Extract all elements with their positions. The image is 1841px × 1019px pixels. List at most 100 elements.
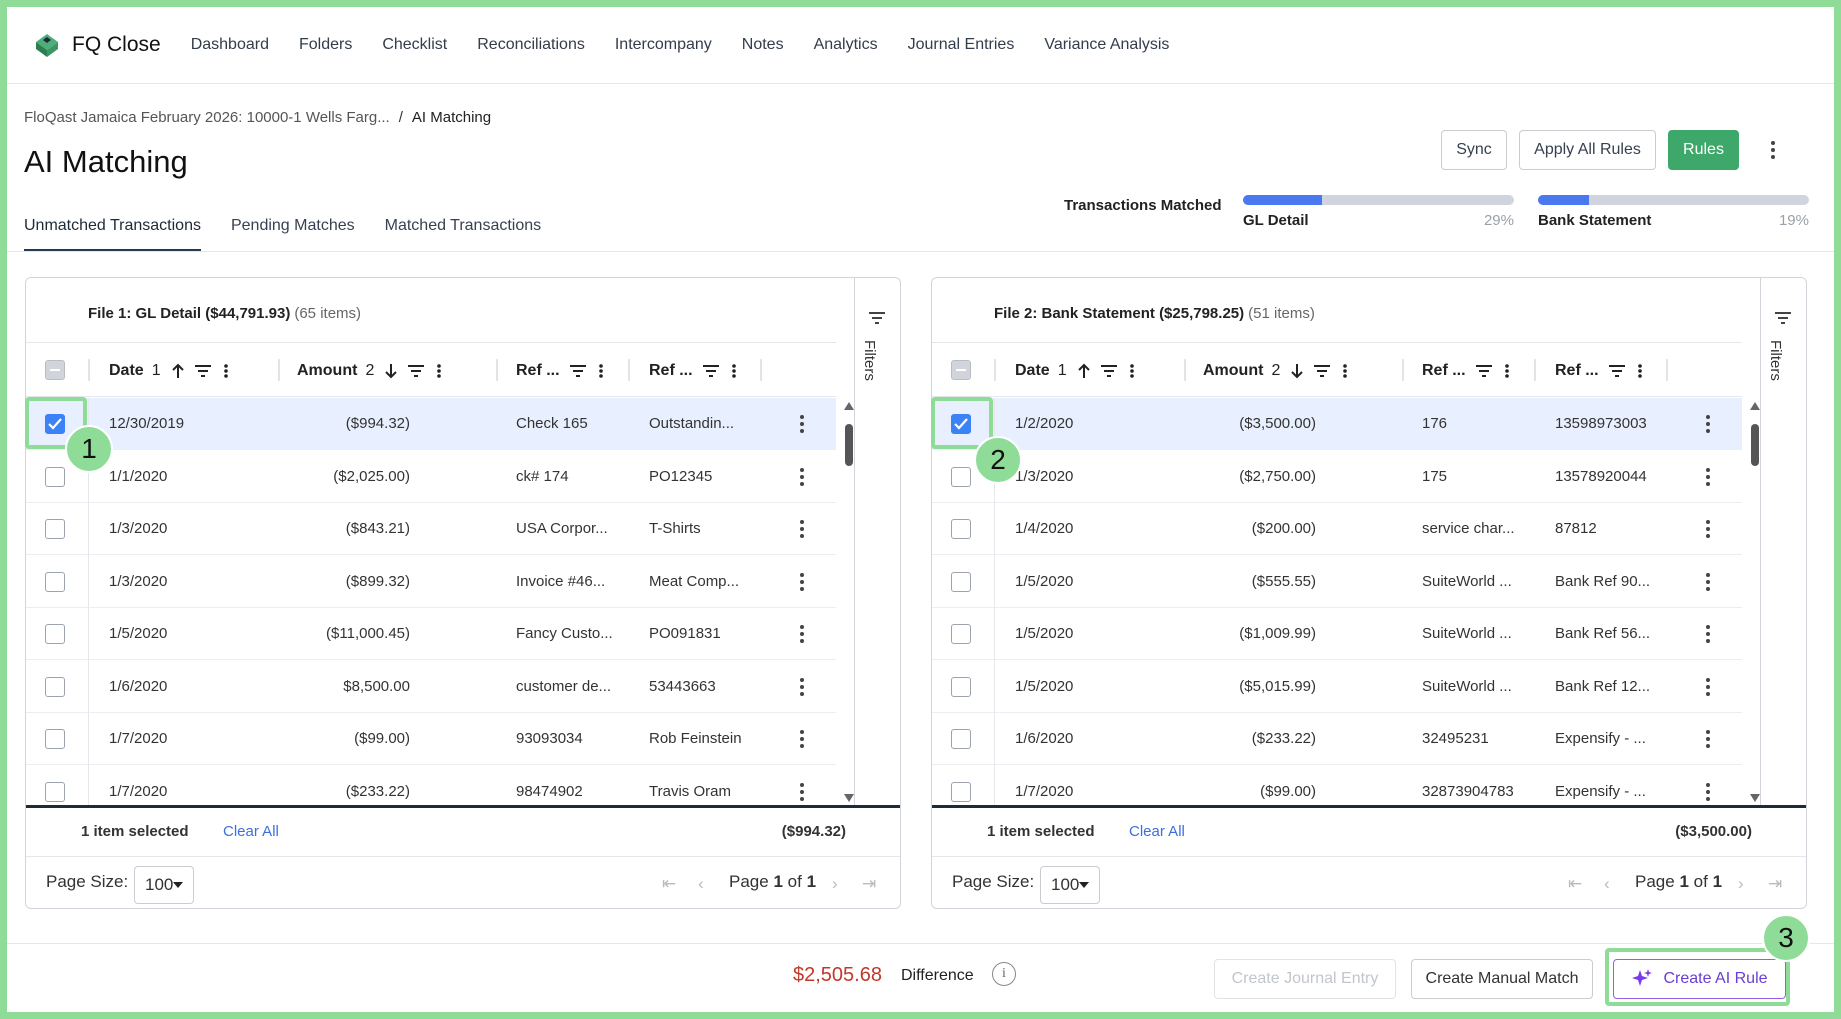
- logo[interactable]: FQ Close: [34, 32, 191, 58]
- table-row[interactable]: 1/1/2020 ($2,025.00) ck# 174 PO12345: [26, 451, 836, 503]
- row-checkbox[interactable]: [951, 729, 971, 749]
- row-checkbox[interactable]: [45, 676, 65, 697]
- table-row[interactable]: 1/3/2020 ($2,750.00) 175 13578920044: [932, 451, 1742, 503]
- row-checkbox[interactable]: [45, 519, 65, 539]
- table-row[interactable]: 1/5/2020 ($1,009.99) SuiteWorld ... Bank Re…: [932, 608, 1742, 660]
- scroll-down-icon[interactable]: [844, 794, 854, 802]
- last-page-icon[interactable]: ⇥: [1768, 874, 1782, 894]
- column-amount-label: Amount: [297, 361, 358, 379]
- nav-analytics[interactable]: Analytics: [814, 36, 878, 54]
- nav-folders[interactable]: Folders: [299, 36, 352, 54]
- table-row[interactable]: 1/7/2020 ($99.00) 32873904783 Expensify - .…: [932, 766, 1742, 806]
- scroll-up-icon[interactable]: [844, 402, 854, 410]
- column-header-ref1[interactable]: Ref ...: [1422, 343, 1512, 398]
- row-checkbox[interactable]: [951, 676, 971, 697]
- row-menu-icon[interactable]: [790, 514, 814, 544]
- row-menu-icon[interactable]: [1696, 724, 1720, 754]
- apply-all-rules-button[interactable]: Apply All Rules: [1519, 130, 1656, 170]
- select-all-checkbox[interactable]: [951, 360, 971, 380]
- scrollbar-thumb[interactable]: [845, 424, 853, 466]
- page-size-select[interactable]: 100: [134, 866, 194, 904]
- row-menu-icon[interactable]: [790, 409, 814, 439]
- tab-pending-matches[interactable]: Pending Matches: [231, 209, 355, 251]
- row-checkbox[interactable]: [951, 571, 971, 592]
- row-checkbox[interactable]: [45, 624, 65, 644]
- row-menu-icon[interactable]: [1696, 409, 1720, 439]
- row-checkbox[interactable]: [951, 466, 971, 487]
- scroll-down-icon[interactable]: [1750, 794, 1760, 802]
- row-checkbox[interactable]: [951, 624, 971, 644]
- select-all-checkbox[interactable]: [45, 360, 65, 380]
- nav-intercompany[interactable]: Intercompany: [615, 36, 712, 54]
- table-row[interactable]: 1/3/2020 ($899.32) Invoice #46... Meat Comp…: [26, 556, 836, 608]
- table-row[interactable]: 1/7/2020 ($233.22) 98474902 Travis Oram: [26, 766, 836, 806]
- filters-sidebar[interactable]: Filters: [1760, 278, 1806, 806]
- row-menu-icon[interactable]: [790, 462, 814, 492]
- info-icon[interactable]: i: [992, 962, 1016, 986]
- next-page-icon[interactable]: ›: [832, 874, 838, 894]
- row-checkbox[interactable]: [45, 571, 65, 592]
- table-row[interactable]: 1/5/2020 ($5,015.99) SuiteWorld ... Bank Re…: [932, 661, 1742, 713]
- page-size-select[interactable]: 100: [1040, 866, 1100, 904]
- vertical-scrollbar[interactable]: [844, 402, 854, 802]
- row-menu-icon[interactable]: [1696, 672, 1720, 702]
- tab-unmatched-transactions[interactable]: Unmatched Transactions: [24, 209, 201, 251]
- row-menu-icon[interactable]: [1696, 619, 1720, 649]
- clear-all-link[interactable]: Clear All: [1129, 823, 1185, 840]
- filters-sidebar[interactable]: Filters: [854, 278, 900, 806]
- row-menu-icon[interactable]: [1696, 567, 1720, 597]
- table-row[interactable]: 1/5/2020 ($555.55) SuiteWorld ... Bank Ref …: [932, 556, 1742, 608]
- prev-page-icon[interactable]: ‹: [1604, 874, 1610, 894]
- row-checkbox[interactable]: [45, 781, 65, 802]
- last-page-icon[interactable]: ⇥: [862, 874, 876, 894]
- row-menu-icon[interactable]: [790, 724, 814, 754]
- sync-button[interactable]: Sync: [1441, 130, 1507, 170]
- scrollbar-thumb[interactable]: [1751, 424, 1759, 466]
- column-header-ref1[interactable]: Ref ...: [516, 343, 606, 398]
- column-header-ref2[interactable]: Ref ...: [649, 343, 739, 398]
- table-row[interactable]: 1/2/2020 ($3,500.00) 176 13598973003: [932, 398, 1742, 450]
- first-page-icon[interactable]: ⇤: [662, 874, 676, 894]
- row-menu-icon[interactable]: [790, 619, 814, 649]
- nav-reconciliations[interactable]: Reconciliations: [477, 36, 585, 54]
- row-menu-icon[interactable]: [790, 567, 814, 597]
- row-menu-icon[interactable]: [1696, 514, 1720, 544]
- scroll-up-icon[interactable]: [1750, 402, 1760, 410]
- create-journal-entry-button[interactable]: Create Journal Entry: [1214, 959, 1396, 999]
- row-checkbox[interactable]: [45, 729, 65, 749]
- nav-variance-analysis[interactable]: Variance Analysis: [1044, 36, 1169, 54]
- row-menu-icon[interactable]: [1696, 777, 1720, 806]
- next-page-icon[interactable]: ›: [1738, 874, 1744, 894]
- row-checkbox[interactable]: [951, 781, 971, 802]
- tab-matched-transactions[interactable]: Matched Transactions: [385, 209, 542, 251]
- table-row[interactable]: 1/7/2020 ($99.00) 93093034 Rob Feinstein: [26, 713, 836, 765]
- nav-journal-entries[interactable]: Journal Entries: [908, 36, 1015, 54]
- nav-notes[interactable]: Notes: [742, 36, 784, 54]
- column-header-amount[interactable]: Amount 2: [1203, 343, 1350, 398]
- table-row[interactable]: 1/5/2020 ($11,000.45) Fancy Custo... PO0918…: [26, 608, 836, 660]
- table-row[interactable]: 1/6/2020 $8,500.00 customer de... 53443663: [26, 661, 836, 713]
- rules-button[interactable]: Rules: [1668, 130, 1739, 170]
- more-vertical-icon[interactable]: [1761, 135, 1785, 165]
- create-manual-match-button[interactable]: Create Manual Match: [1411, 959, 1593, 999]
- table-row[interactable]: 12/30/2019 ($994.32) Check 165 Outstandin..…: [26, 398, 836, 450]
- table-row[interactable]: 1/3/2020 ($843.21) USA Corpor... T-Shirts: [26, 503, 836, 555]
- column-header-date[interactable]: Date 1: [109, 343, 231, 398]
- breadcrumb-parent[interactable]: FloQast Jamaica February 2026: 10000-1 W…: [24, 109, 390, 126]
- row-checkbox[interactable]: [951, 519, 971, 539]
- row-menu-icon[interactable]: [1696, 462, 1720, 492]
- column-header-date[interactable]: Date 1: [1015, 343, 1137, 398]
- column-header-amount[interactable]: Amount 2: [297, 343, 444, 398]
- column-header-ref2[interactable]: Ref ...: [1555, 343, 1645, 398]
- row-menu-icon[interactable]: [790, 672, 814, 702]
- table-row[interactable]: 1/4/2020 ($200.00) service char... 87812: [932, 503, 1742, 555]
- vertical-scrollbar[interactable]: [1750, 402, 1760, 802]
- first-page-icon[interactable]: ⇤: [1568, 874, 1582, 894]
- nav-dashboard[interactable]: Dashboard: [191, 36, 269, 54]
- row-checkbox[interactable]: [45, 466, 65, 487]
- nav-checklist[interactable]: Checklist: [382, 36, 447, 54]
- prev-page-icon[interactable]: ‹: [698, 874, 704, 894]
- clear-all-link[interactable]: Clear All: [223, 823, 279, 840]
- row-menu-icon[interactable]: [790, 777, 814, 806]
- table-row[interactable]: 1/6/2020 ($233.22) 32495231 Expensify - ...: [932, 713, 1742, 765]
